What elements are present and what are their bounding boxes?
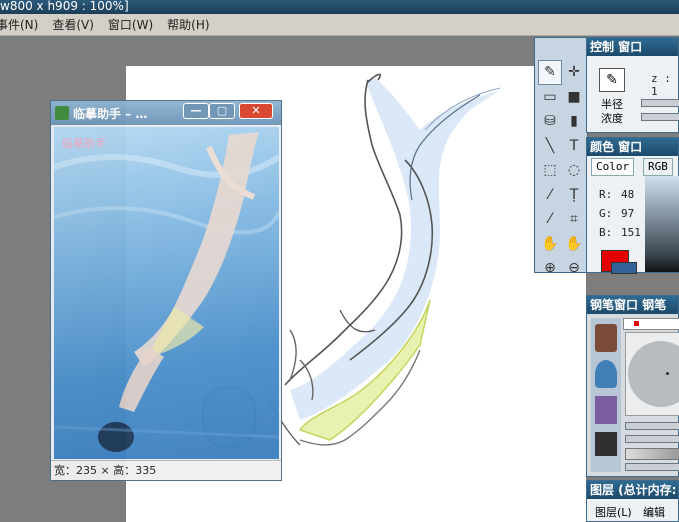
wand-icon[interactable]: ⁄ — [538, 183, 562, 208]
brush-list[interactable] — [591, 318, 621, 472]
brush-slider-1[interactable] — [625, 422, 679, 430]
eyedropper-icon[interactable]: ⁄ — [538, 207, 562, 232]
size-marker-icon — [634, 321, 639, 326]
brush-ink-icon[interactable] — [595, 432, 617, 456]
density-label: 浓度 — [601, 112, 623, 125]
move-icon[interactable]: ✛ — [562, 60, 586, 85]
g-value: 97 — [621, 207, 635, 220]
marquee-icon[interactable]: ⬚ — [538, 158, 562, 183]
control-panel: 控制 窗口 ✎ z : 1 半径 浓度 — [586, 37, 679, 133]
brush-marker-icon[interactable] — [595, 396, 617, 424]
pen-icon[interactable]: ✎ — [538, 60, 562, 85]
density-slider[interactable] — [641, 113, 679, 121]
zoom-in-icon[interactable]: ⊕ — [538, 256, 562, 281]
g-label: G: — [599, 207, 613, 220]
brush-water-icon[interactable] — [595, 360, 617, 388]
rect-select-icon[interactable]: ▭ — [538, 85, 562, 110]
swimmer-head — [98, 422, 134, 452]
text-icon[interactable]: T — [562, 134, 586, 159]
rotate-hand-icon[interactable]: ✋ — [562, 232, 586, 257]
brush-preview-circle — [628, 341, 679, 407]
reference-status: 宽：235 × 高：335 — [51, 460, 281, 480]
helper-logo-icon — [55, 106, 69, 120]
tools-grid: ✎ ✛ ▭ ■ ⛁ ▮ ╲ T ⬚ ◌ ⁄ Ṭ ⁄ ⌗ ✋ ✋ ⊕ ⊖ — [538, 60, 586, 281]
lasso-icon[interactable]: ◌ — [562, 158, 586, 183]
color-panel: 颜色 窗口 Color RGB R: 48 G: 97 B: 151 — [586, 137, 679, 274]
reference-photo: 临摹助手 — [54, 127, 279, 459]
brush-slider-2[interactable] — [625, 435, 679, 443]
r-label: R: — [599, 188, 613, 201]
edit-menu[interactable]: 编辑(E) — [643, 504, 678, 522]
tab-color[interactable]: Color — [591, 158, 635, 176]
maximize-icon[interactable]: ▢ — [209, 103, 235, 119]
secondary-color-swatch[interactable] — [611, 262, 637, 274]
control-panel-title: 控制 窗口 — [587, 38, 678, 56]
color-panel-title: 颜色 窗口 — [587, 138, 678, 156]
b-value: 151 — [621, 226, 641, 239]
current-pen-icon[interactable]: ✎ — [599, 68, 625, 92]
brush-panel: 钢笔窗口 钢笔 — [586, 295, 679, 477]
brush-slider-3[interactable] — [625, 463, 679, 471]
brush-panel-title: 钢笔窗口 钢笔 — [587, 296, 678, 314]
close-icon[interactable]: ✕ — [239, 103, 273, 119]
brush-pencil-icon[interactable] — [595, 324, 617, 352]
line-icon[interactable]: ╲ — [538, 134, 562, 159]
b-label: B: — [599, 226, 613, 239]
layer-panel-title: 图层 (总计内存: — [587, 481, 678, 499]
app-window: w800 x h909 : 100%] 事件(N) 查看(V) 窗口(W) 帮助… — [0, 0, 679, 522]
reference-title-bar[interactable]: 临摹助手 – … — ▢ ✕ — [51, 101, 281, 125]
text-select-icon[interactable]: Ṭ — [562, 183, 586, 208]
layer-panel: 图层 (总计内存: 图层(L) 编辑(E) — [586, 480, 679, 522]
reference-watermark: 临摹助手 — [62, 136, 106, 150]
tab-rgb[interactable]: RGB — [643, 158, 673, 176]
fill-rect-icon[interactable]: ■ — [562, 85, 586, 110]
color-picker-field[interactable] — [645, 176, 679, 272]
minimize-icon[interactable]: — — [183, 103, 209, 119]
tools-panel: ✎ ✛ ▭ ■ ⛁ ▮ ╲ T ⬚ ◌ ⁄ Ṭ ⁄ ⌗ ✋ ✋ ⊕ ⊖ — [534, 37, 588, 276]
z-value: z : 1 — [651, 72, 671, 98]
brush-preview-box — [625, 332, 679, 416]
zoom-out-icon[interactable]: ⊖ — [562, 256, 586, 281]
bucket-icon[interactable]: ⛁ — [538, 109, 562, 134]
reference-title: 临摹助手 – … — [73, 106, 148, 121]
crop-icon[interactable]: ⌗ — [562, 207, 586, 232]
radius-slider[interactable] — [641, 99, 679, 107]
brush-size-bar[interactable] — [623, 318, 679, 330]
hand-icon[interactable]: ✋ — [538, 232, 562, 257]
swimmer-photo-art: 临摹助手 — [54, 132, 279, 452]
gradient-icon[interactable]: ▮ — [562, 109, 586, 134]
reference-helper-window[interactable]: 临摹助手 – … — ▢ ✕ 临摹助手 宽：235 × 高：335 — [50, 100, 282, 481]
r-value: 48 — [621, 188, 635, 201]
brush-texture-bar[interactable] — [625, 448, 679, 460]
layer-menu[interactable]: 图层(L) — [595, 504, 632, 520]
